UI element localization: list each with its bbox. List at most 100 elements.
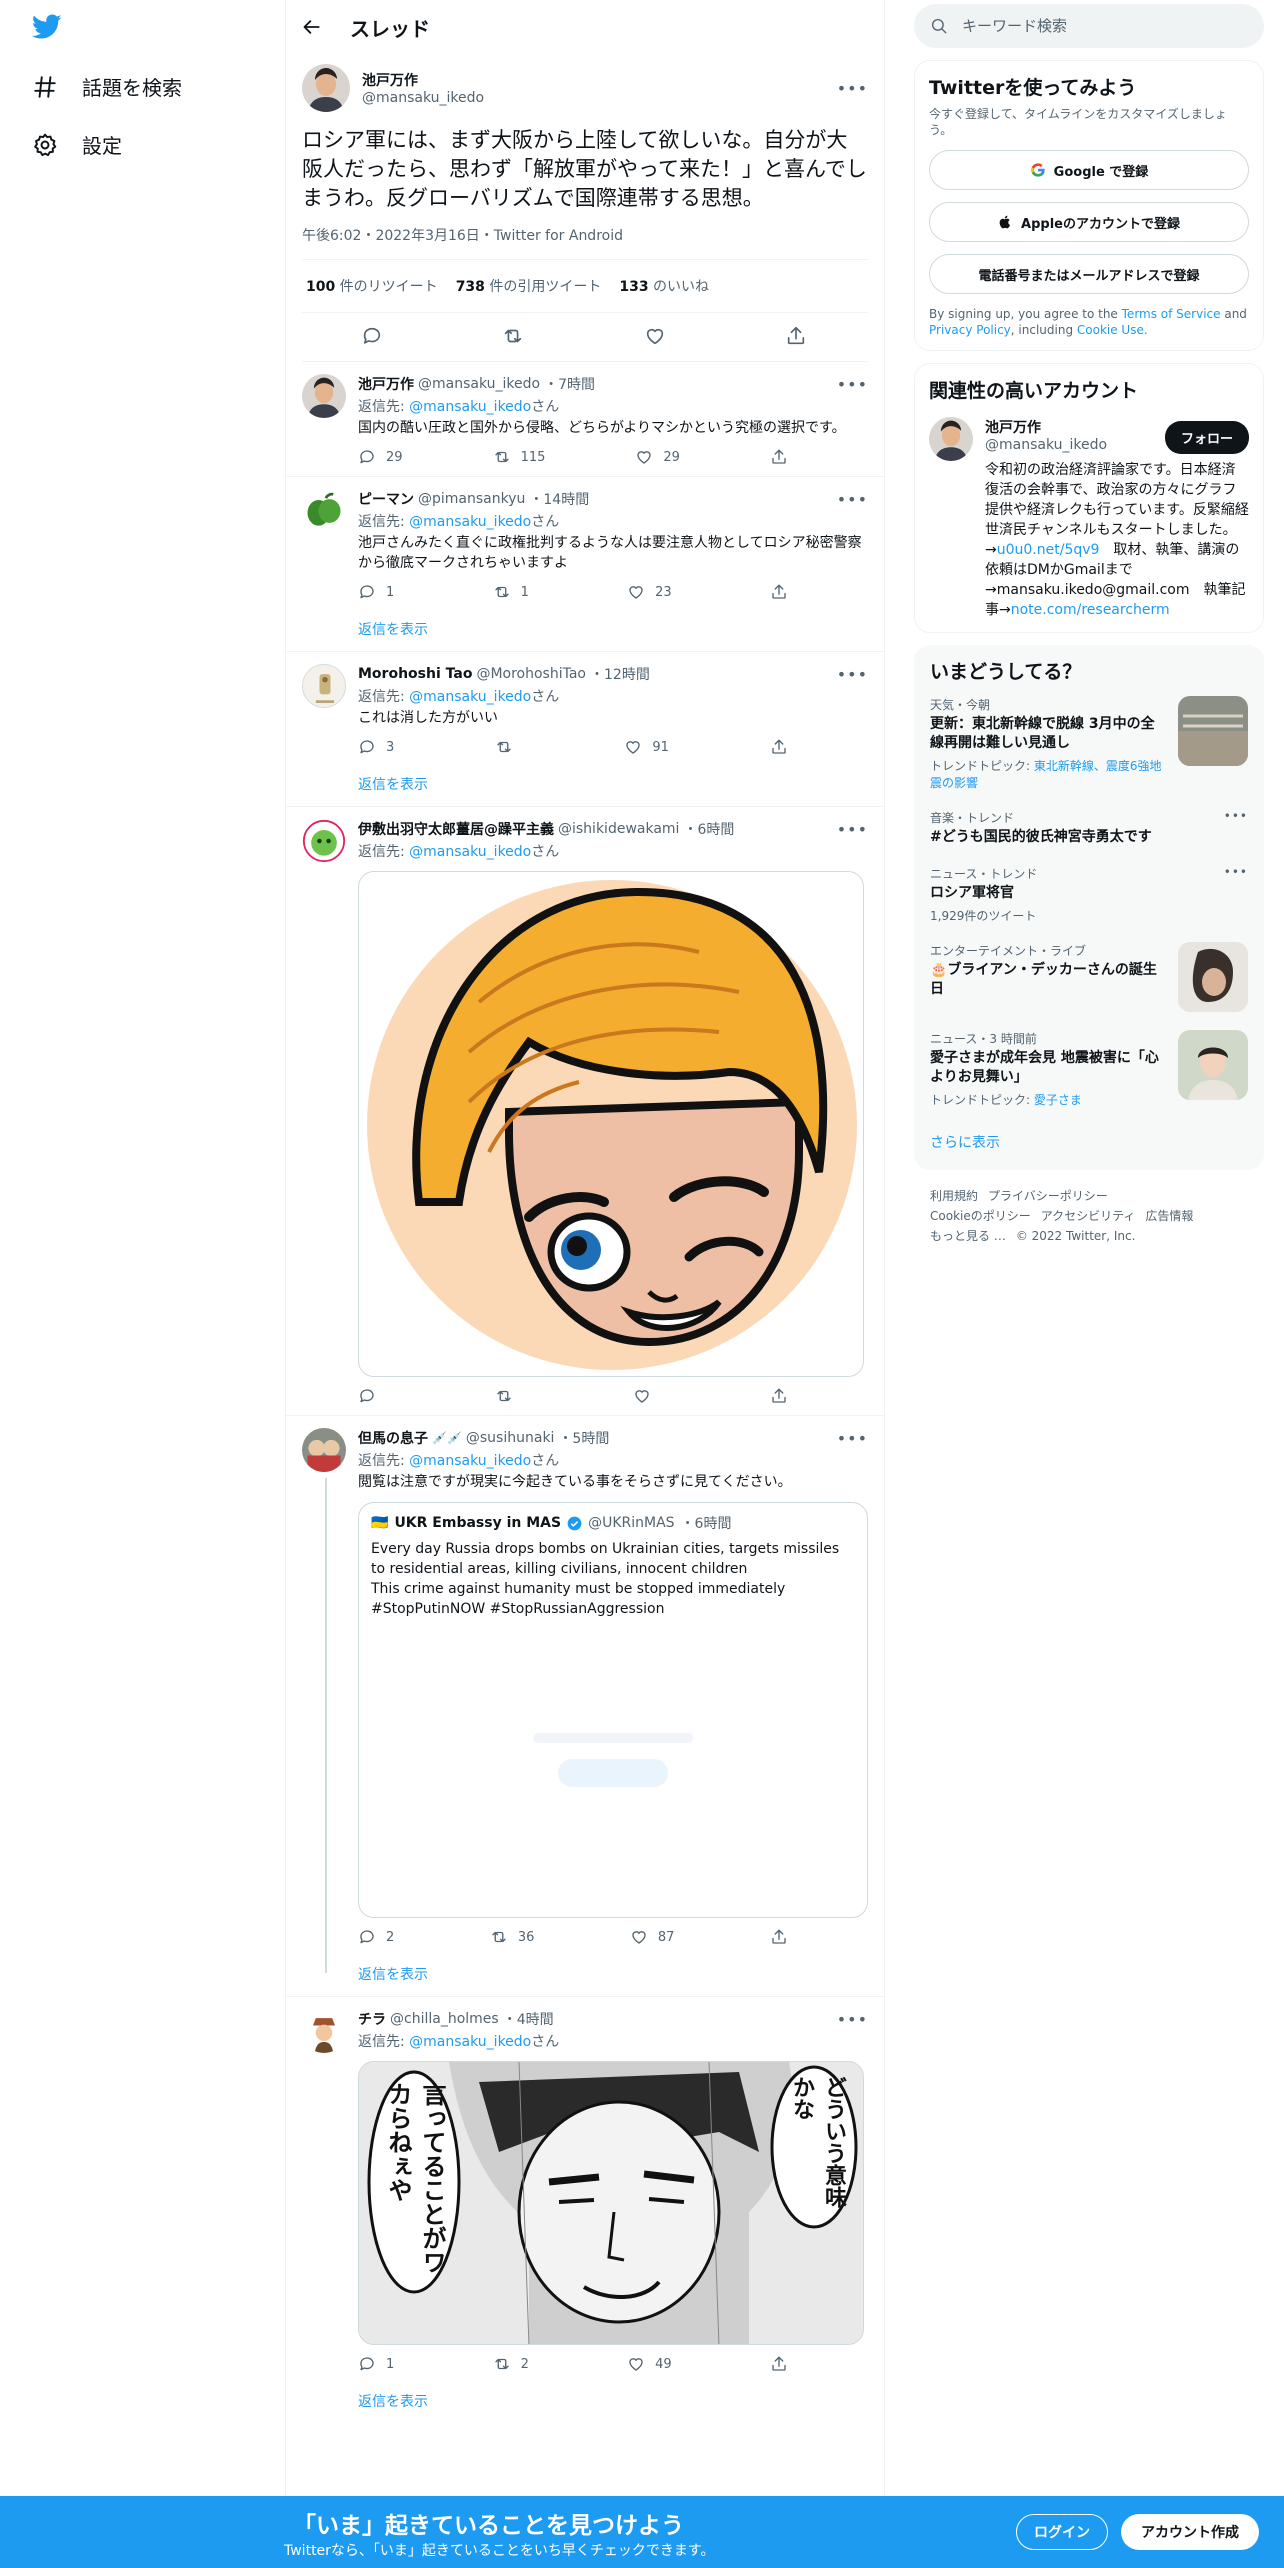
- reply-to-handle-link[interactable]: @mansaku_ikedo: [409, 844, 531, 860]
- share-button[interactable]: [770, 1928, 788, 1946]
- author-handle[interactable]: @mansaku_ikedo: [362, 90, 825, 106]
- reply-author-handle[interactable]: @MorohoshiTao: [476, 666, 586, 682]
- terms-link[interactable]: Terms of Service: [1122, 307, 1221, 321]
- retweet-button[interactable]: 1: [493, 583, 529, 601]
- retweet-button[interactable]: 2: [493, 2355, 529, 2373]
- reply-tweet[interactable]: チラ @chilla_holmes ・4時間 ••• 返信先: @mansaku_ik…: [286, 1997, 884, 2423]
- trend-item[interactable]: ニュース・3 時間前 愛子さまが成年会見 地震被害に「心よりお見舞い」 トレンド…: [914, 1018, 1264, 1114]
- like-button[interactable]: [633, 1387, 651, 1405]
- more-options-icon[interactable]: •••: [1224, 809, 1248, 847]
- like-button[interactable]: 23: [627, 583, 672, 601]
- reply-time[interactable]: ・5時間: [558, 1428, 609, 1448]
- retweet-button[interactable]: [495, 1387, 513, 1405]
- back-arrow-icon[interactable]: [302, 17, 322, 37]
- more-options-icon[interactable]: •••: [837, 2010, 868, 2029]
- reply-author-name[interactable]: 池戸万作: [358, 374, 414, 394]
- reply-author-name[interactable]: Morohoshi Tao: [358, 666, 472, 682]
- cartoon-face-image[interactable]: [358, 871, 864, 1377]
- more-options-icon[interactable]: •••: [837, 1429, 868, 1448]
- nav-explore[interactable]: 話題を検索: [32, 72, 182, 101]
- retweet-button[interactable]: 36: [490, 1928, 534, 1946]
- create-account-button[interactable]: アカウント作成: [1121, 2514, 1259, 2550]
- trend-item[interactable]: 天気・今朝 更新：東北新幹線で脱線 3月中の全線再開は難しい見通し トレンドトピ…: [914, 684, 1264, 797]
- footer-accessibility-link[interactable]: アクセシビリティ: [1041, 1209, 1136, 1223]
- reply-time[interactable]: ・12時間: [590, 664, 650, 684]
- search-input[interactable]: [962, 17, 1248, 35]
- more-options-icon[interactable]: •••: [837, 79, 868, 98]
- reply-to-handle-link[interactable]: @mansaku_ikedo: [409, 689, 531, 705]
- avatar[interactable]: [302, 1428, 346, 1472]
- reply-button[interactable]: [358, 1387, 376, 1405]
- google-signup-button[interactable]: Google で登録: [929, 150, 1249, 190]
- reply-tweet[interactable]: 伊敷出羽守太郎薑居@躁平主義 @ishikidewakami ・6時間 ••• 返信先…: [286, 807, 884, 1416]
- like-button[interactable]: 87: [630, 1928, 674, 1946]
- retweet-count-link[interactable]: 100 件のリツイート: [306, 276, 438, 296]
- more-options-icon[interactable]: •••: [1224, 865, 1248, 924]
- avatar[interactable]: [302, 374, 346, 418]
- reply-author-handle[interactable]: @susihunaki: [466, 1430, 555, 1446]
- share-button[interactable]: [770, 1387, 788, 1405]
- reply-to-handle-link[interactable]: @mansaku_ikedo: [409, 1453, 531, 1469]
- retweet-button[interactable]: 115: [493, 448, 545, 466]
- reply-to-handle-link[interactable]: @mansaku_ikedo: [409, 2034, 531, 2050]
- like-button[interactable]: 49: [627, 2355, 672, 2373]
- privacy-link[interactable]: Privacy Policy: [929, 323, 1011, 337]
- reply-author-handle[interactable]: @ishikidewakami: [558, 821, 679, 837]
- reply-author-name[interactable]: チラ: [358, 2009, 386, 2029]
- related-handle[interactable]: @mansaku_ikedo: [985, 437, 1165, 453]
- reply-time[interactable]: ・6時間: [683, 819, 734, 839]
- cookie-link[interactable]: Cookie Use.: [1077, 323, 1148, 337]
- reply-time[interactable]: ・14時間: [529, 489, 589, 509]
- show-replies-link[interactable]: 返信を表示: [358, 619, 868, 639]
- share-button[interactable]: [770, 583, 788, 601]
- reply-author-name[interactable]: ピーマン: [358, 489, 414, 509]
- trend-topic-link[interactable]: 愛子さま: [1034, 1093, 1082, 1107]
- more-options-icon[interactable]: •••: [837, 375, 868, 394]
- author-name[interactable]: 池戸万作: [362, 70, 825, 90]
- trend-item[interactable]: エンターテイメント・ライブ 🎂ブライアン・デッカーさんの誕生日: [914, 930, 1264, 1018]
- footer-privacy-link[interactable]: プライバシーポリシー: [988, 1189, 1108, 1203]
- share-icon[interactable]: [785, 325, 809, 349]
- reply-author-name[interactable]: 但馬の息子: [358, 1428, 428, 1448]
- footer-terms-link[interactable]: 利用規約: [930, 1189, 978, 1203]
- manga-panel-image[interactable]: 言ってることがワカらねぇや どういう意味かな: [358, 2061, 864, 2345]
- reply-button[interactable]: 2: [358, 1928, 394, 1946]
- share-button[interactable]: [770, 2355, 788, 2373]
- avatar[interactable]: [302, 64, 350, 112]
- reply-icon[interactable]: [361, 325, 385, 349]
- like-button[interactable]: 29: [635, 448, 680, 466]
- reply-button[interactable]: 29: [358, 448, 403, 466]
- reply-author-handle[interactable]: @pimansankyu: [418, 491, 525, 507]
- show-replies-link[interactable]: 返信を表示: [358, 2391, 868, 2411]
- like-count-link[interactable]: 133 のいいね: [619, 276, 709, 296]
- like-button[interactable]: 91: [624, 738, 669, 756]
- reply-time[interactable]: ・7時間: [544, 374, 595, 394]
- search-box[interactable]: [914, 4, 1264, 48]
- footer-ads-link[interactable]: 広告情報: [1145, 1209, 1193, 1223]
- reply-author-handle[interactable]: @mansaku_ikedo: [418, 376, 540, 392]
- reply-to-handle-link[interactable]: @mansaku_ikedo: [409, 399, 531, 415]
- related-name[interactable]: 池戸万作: [985, 417, 1165, 437]
- reply-time[interactable]: ・4時間: [503, 2009, 554, 2029]
- show-more-trends-link[interactable]: さらに表示: [914, 1132, 1264, 1152]
- phone-email-signup-button[interactable]: 電話番号またはメールアドレスで登録: [929, 254, 1249, 294]
- more-options-icon[interactable]: •••: [837, 820, 868, 839]
- bio-link[interactable]: note.com/researcherm: [1011, 602, 1170, 618]
- trend-item[interactable]: 音楽・トレンド #どうも国民的彼氏神宮寺勇太です •••: [914, 797, 1264, 853]
- avatar[interactable]: [929, 417, 973, 461]
- reply-tweet[interactable]: Morohoshi Tao @MorohoshiTao ・12時間 ••• 返信先: …: [286, 652, 884, 807]
- login-button[interactable]: ログイン: [1016, 2514, 1108, 2550]
- tweet-meta[interactable]: 午後6:02・2022年3月16日・Twitter for Android: [302, 225, 868, 260]
- share-button[interactable]: [770, 448, 788, 466]
- reply-to-handle-link[interactable]: @mansaku_ikedo: [409, 514, 531, 530]
- avatar[interactable]: [302, 2009, 346, 2053]
- reply-button[interactable]: 3: [358, 738, 394, 756]
- reply-tweet[interactable]: 池戸万作 @mansaku_ikedo ・7時間 ••• 返信先: @mansaku_…: [286, 362, 884, 477]
- footer-more-link[interactable]: もっと見る …: [930, 1229, 1006, 1243]
- reply-button[interactable]: 1: [358, 583, 394, 601]
- reply-author-handle[interactable]: @chilla_holmes: [390, 2011, 499, 2027]
- show-replies-link[interactable]: 返信を表示: [358, 1964, 868, 1984]
- apple-signup-button[interactable]: Appleのアカウントで登録: [929, 202, 1249, 242]
- retweet-button[interactable]: [495, 738, 523, 756]
- like-icon[interactable]: [644, 325, 668, 349]
